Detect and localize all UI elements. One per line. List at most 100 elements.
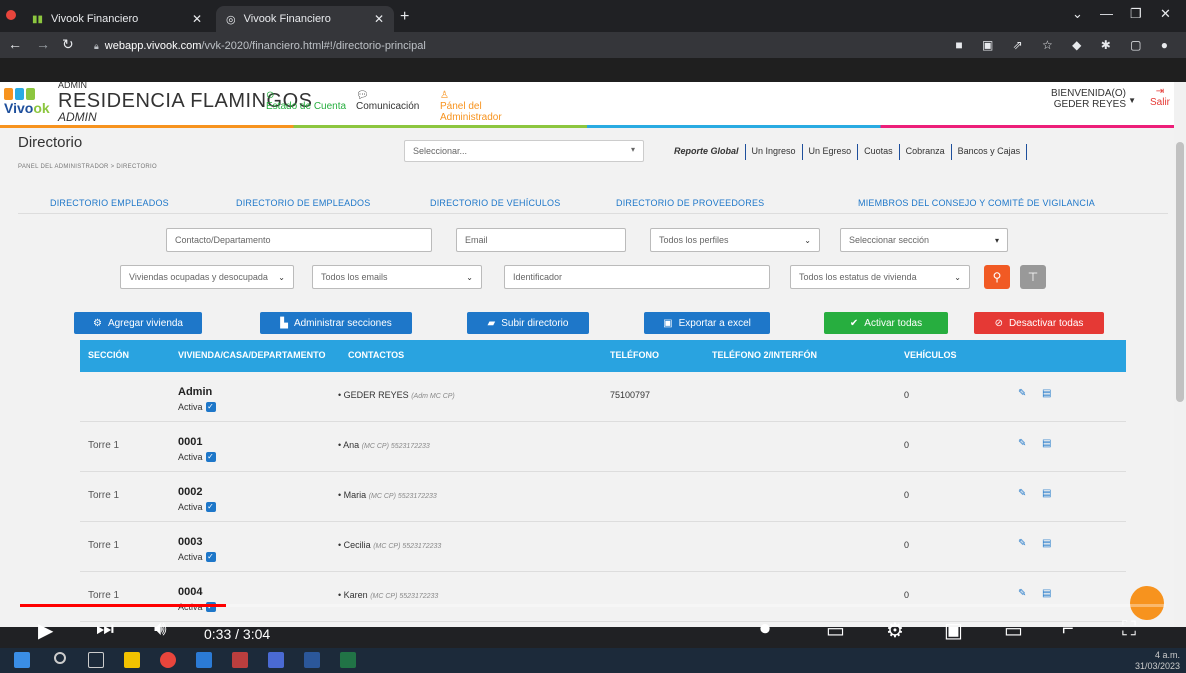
video-progress-bar[interactable] [20,604,227,607]
pencil-icon[interactable]: ✎ [1018,438,1026,449]
volume-icon[interactable]: 🔊︎ [154,618,167,641]
windows-start-icon[interactable] [14,652,30,668]
estatus-value: Todos los estatus de vivienda [799,272,917,282]
file-explorer-icon[interactable] [124,652,140,668]
browser-tab[interactable]: ▮▮ Vivook Financiero ✕ [22,6,212,32]
miniplayer-icon[interactable]: ▣ [944,618,963,643]
column-header: CONTACTOS [348,350,405,360]
checkbox[interactable]: ✓ [205,452,216,462]
link-un-egreso[interactable]: Un Egreso [803,144,859,160]
search-button[interactable]: ⚲ [984,265,1010,289]
logout-button[interactable]: ⇥ Salir [1150,86,1170,108]
caret-down-icon[interactable]: ▼ [1128,96,1136,105]
word-icon[interactable] [304,652,320,668]
page-scrollbar[interactable] [1174,82,1186,627]
new-tab-icon[interactable]: + [400,8,409,26]
viviendas-value: Viviendas ocupadas y desocupada [129,272,268,282]
forward-icon[interactable]: → [36,36,50,52]
fullscreen-icon[interactable]: ⛶ [1122,618,1136,641]
chevron-down-icon[interactable]: ⌄ [1072,6,1083,22]
viviendas-select[interactable]: Viviendas ocupadas y desocupada ⌄ [120,265,294,289]
nav-comunicacion[interactable]: 💬︎ Comunicación [356,90,419,112]
link-cobranza[interactable]: Cobranza [900,144,952,160]
link-bancos-cajas[interactable]: Bancos y Cajas [952,144,1028,160]
chrome-icon[interactable] [160,652,176,668]
back-icon[interactable]: ← [8,36,22,52]
estatus-select[interactable]: Todos los estatus de vivienda ⌄ [790,265,970,289]
detail-icon[interactable]: ▤ [1042,438,1051,449]
link-reporte-global[interactable]: Reporte Global [668,144,746,160]
detail-icon[interactable]: ▤ [1042,538,1051,549]
autoplay-toggle-icon[interactable]: ⏺ [760,618,770,641]
contact-info: (MC CP) 5523172233 [370,593,439,600]
scrollbar-thumb[interactable] [1176,142,1184,402]
link-un-ingreso[interactable]: Un Ingreso [746,144,803,160]
restore-icon[interactable]: ❐ [1130,6,1142,22]
row-vivienda: 0004 [178,586,203,598]
subir-label: Subir directorio [501,317,569,329]
detail-icon[interactable]: ▤ [1042,388,1051,399]
main-select[interactable]: Seleccionar... ▾ [404,140,644,162]
table-row[interactable]: Torre 1 0002 Activa ✓ • Maria (MC CP) 552… [80,472,1126,522]
tab-directorio-empleados[interactable]: DIRECTORIO EMPLEADOS [50,198,169,208]
browser-tab-active[interactable]: ◎ Vivook Financiero ✕ [216,6,394,32]
nav-estado-cuenta[interactable]: ⊙ Estado de Cuenta [266,90,346,112]
excel-icon[interactable] [340,652,356,668]
link-cuotas[interactable]: Cuotas [858,144,900,160]
webpage: Vivook ADMIN RESIDENCIA FLAMINGOS ADMIN … [0,82,1186,627]
close-window-icon[interactable]: ✕ [1160,6,1171,22]
activar-todas-button[interactable]: ✔ Activar todas [824,312,948,334]
table-row[interactable]: Torre 1 0001 Activa ✓ • Ana (MC CP) 55231… [80,422,1126,472]
nav-panel-administrador[interactable]: ♙ Pánel del Administrador [440,90,520,123]
tab-directorio-vehiculos[interactable]: DIRECTORIO DE VEHÍCULOS [430,198,560,208]
pencil-icon[interactable]: ✎ [1018,388,1026,399]
row-contact: • Ana (MC CP) 5523172233 [338,440,430,450]
pencil-icon[interactable]: ✎ [1018,588,1026,599]
chevron-down-icon: ⌄ [804,235,811,245]
tab-miembros-consejo[interactable]: MIEMBROS DEL CONSEJO Y COMITÉ DE VIGILAN… [858,198,1095,208]
contact-name: Karen [343,590,368,600]
user-greeting[interactable]: BIENVENIDA(O) GEDER REYES [1051,88,1126,110]
search-icon[interactable] [54,652,66,664]
identificador-input[interactable]: Identificador [504,265,770,289]
detail-icon[interactable]: ▤ [1042,488,1051,499]
exportar-excel-button[interactable]: ▣ Exportar a excel [644,312,770,334]
next-icon[interactable]: ⏭ [96,618,114,641]
seccion-select[interactable]: Seleccionar sección ▾ [840,228,1008,252]
perfiles-select[interactable]: Todos los perfiles ⌄ [650,228,820,252]
reload-icon[interactable]: ↻ [62,36,74,53]
table-row[interactable]: Torre 1 0003 Activa ✓ • Cecilia (MC CP) 5… [80,522,1126,572]
checkbox[interactable]: ✓ [205,552,216,562]
table-row[interactable]: Admin Activa ✓ • GEDER REYES (Adm MC CP) … [80,372,1126,422]
extension-icons[interactable]: ■ ▣ ⇗ ☆ ◆ ✱ ▢ ● [955,38,1176,52]
close-tab-icon[interactable]: ✕ [192,12,202,26]
agregar-label: Agregar vivienda [107,317,183,329]
checkbox[interactable]: ✓ [205,502,216,512]
emails-select[interactable]: Todos los emails ⌄ [312,265,482,289]
clear-filter-button[interactable]: ⊤ [1020,265,1046,289]
app-icon[interactable] [232,652,248,668]
close-tab-icon[interactable]: ✕ [374,12,384,26]
pencil-icon[interactable]: ✎ [1018,538,1026,549]
lock-icon: 🔒︎ [94,40,99,51]
app-icon[interactable] [268,652,284,668]
tab-directorio-de-empleados[interactable]: DIRECTORIO DE EMPLEADOS [236,198,370,208]
play-icon[interactable]: ▶ [38,618,53,643]
minimize-icon[interactable]: — [1100,6,1113,21]
cast-icon[interactable]: ⌐ [1062,618,1074,641]
administrar-secciones-button[interactable]: ▙ Administrar secciones [260,312,412,334]
detail-icon[interactable]: ▤ [1042,588,1051,599]
settings-gear-icon[interactable]: ⚙ [886,618,904,643]
subir-directorio-button[interactable]: ▰ Subir directorio [467,312,589,334]
app-icon[interactable] [196,652,212,668]
email-input[interactable]: Email [456,228,626,252]
pencil-icon[interactable]: ✎ [1018,488,1026,499]
tab-directorio-proveedores[interactable]: DIRECTORIO DE PROVEEDORES [616,198,764,208]
contacto-input[interactable]: Contacto/Departamento [166,228,432,252]
theater-mode-icon[interactable]: ▭ [1004,618,1023,643]
task-view-icon[interactable] [88,652,104,668]
subtitles-icon[interactable]: ▭ [826,618,845,643]
checkbox[interactable]: ✓ [205,402,216,412]
agregar-vivienda-button[interactable]: ⚙ Agregar vivienda [74,312,202,334]
desactivar-todas-button[interactable]: ⊘ Desactivar todas [974,312,1104,334]
